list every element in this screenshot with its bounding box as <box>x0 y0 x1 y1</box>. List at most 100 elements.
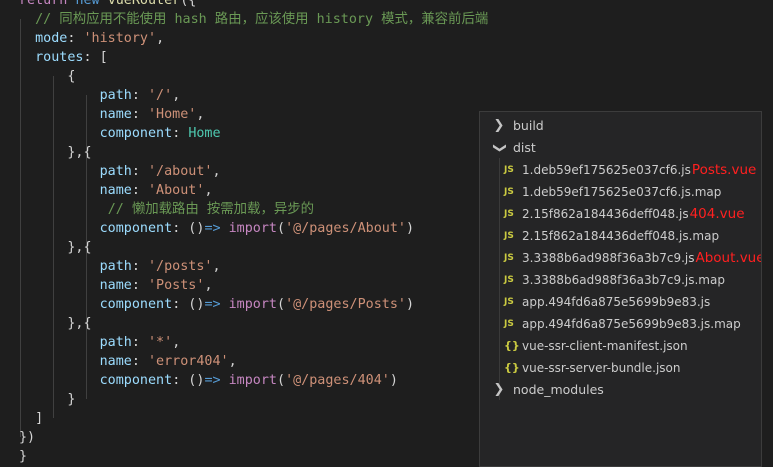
code-token: },{ <box>19 240 92 255</box>
code-line[interactable]: },{ <box>19 238 92 257</box>
code-token: : <box>131 259 148 274</box>
js-file-icon: JS <box>504 231 514 241</box>
file-name: 1.deb59ef175625e037cf6.jsPosts.vue <box>522 159 756 181</box>
file-name: app.494fd6a875e5699b9e83.js <box>522 291 710 313</box>
code-token: component <box>99 126 173 141</box>
file-item[interactable]: JS 3.3388b6ad988f36a3b7c9.js.map <box>480 269 761 291</box>
code-line[interactable]: component: ()=> import('@/pages/Posts') <box>19 295 414 314</box>
code-token: , <box>204 183 213 198</box>
code-token: Home <box>188 126 221 141</box>
code-line[interactable]: name: 'Posts', <box>19 276 213 295</box>
code-token: , <box>212 164 221 179</box>
code-token: 'Home' <box>148 107 197 122</box>
code-token: ) <box>406 221 415 236</box>
code-line[interactable]: name: 'About', <box>19 181 213 200</box>
file-item[interactable]: {} vue-ssr-server-bundle.json <box>480 357 761 379</box>
code-token: : <box>131 88 148 103</box>
code-token: } <box>19 449 28 464</box>
code-token: path <box>99 335 132 350</box>
code-token: ) <box>406 297 415 312</box>
code-token: : () <box>172 373 205 388</box>
code-token: : () <box>172 221 205 236</box>
file-item[interactable]: JS 1.deb59ef175625e037cf6.js.map <box>480 181 761 203</box>
code-token: name <box>99 183 132 198</box>
file-name: vue-ssr-server-bundle.json <box>522 357 680 379</box>
code-line[interactable]: // 同构应用不能使用 hash 路由，应该使用 history 模式，兼容前后… <box>19 10 488 29</box>
file-item[interactable]: JS app.494fd6a875e5699b9e83.js <box>480 291 761 313</box>
js-file-icon: JS <box>504 187 514 197</box>
file-item[interactable]: JS 2.15f862a184436deff048.js404.vue <box>480 203 761 225</box>
code-line[interactable]: } <box>19 390 75 409</box>
folder-node-modules[interactable]: ❯ node_modules <box>480 379 761 401</box>
code-token: },{ <box>19 145 92 160</box>
code-line[interactable]: name: 'Home', <box>19 105 205 124</box>
code-token: component <box>99 373 173 388</box>
file-item[interactable]: JS 3.3388b6ad988f36a3b7c9.jsAbout.vue <box>480 247 761 269</box>
file-item[interactable]: JS 2.15f862a184436deff048.js.map <box>480 225 761 247</box>
file-name-text: app.494fd6a875e5699b9e83.js.map <box>522 317 741 331</box>
code-token: path <box>99 88 132 103</box>
file-item[interactable]: JS 1.deb59ef175625e037cf6.jsPosts.vue <box>480 159 761 181</box>
file-name: 2.15f862a184436deff048.js.map <box>522 225 719 247</box>
code-token: '@/pages/About' <box>285 221 406 236</box>
code-line[interactable]: path: '/about', <box>19 162 221 181</box>
file-explorer-panel: ❯ build ❯ dist JS 1.deb59ef175625e037cf6.… <box>479 111 762 467</box>
folder-dist[interactable]: ❯ dist <box>480 137 761 159</box>
code-token: '*' <box>148 335 173 350</box>
folder-label: dist <box>513 140 536 155</box>
code-line[interactable]: }) <box>19 428 35 447</box>
file-name-text: vue-ssr-server-bundle.json <box>522 361 681 375</box>
code-token: => <box>204 373 221 388</box>
code-token: import <box>228 373 277 388</box>
code-line[interactable]: path: '/posts', <box>19 257 221 276</box>
code-token: , <box>204 278 213 293</box>
code-line[interactable]: routes: [ <box>19 48 108 67</box>
code-token: : <box>67 31 84 46</box>
file-name-text: 2.15f862a184436deff048.js.map <box>522 229 720 243</box>
code-line[interactable]: path: '*', <box>19 333 181 352</box>
code-line[interactable]: component: ()=> import('@/pages/About') <box>19 219 414 238</box>
file-name-text: 2.15f862a184436deff048.js <box>522 207 689 221</box>
code-line[interactable]: },{ <box>19 143 92 162</box>
folder-label: node_modules <box>513 382 604 397</box>
code-line[interactable]: component: Home <box>19 124 221 143</box>
code-line[interactable]: } <box>19 447 27 466</box>
handwritten-annotation: Posts.vue <box>691 162 757 178</box>
file-item[interactable]: JS app.494fd6a875e5699b9e83.js.map <box>480 313 761 335</box>
code-token: : <box>131 278 148 293</box>
file-item[interactable]: {} vue-ssr-client-manifest.json <box>480 335 761 357</box>
code-token: import <box>228 297 277 312</box>
code-line[interactable]: name: 'error404', <box>19 352 237 371</box>
code-line[interactable]: path: '/', <box>19 86 181 105</box>
json-file-icon: {} <box>504 339 520 352</box>
file-name: 1.deb59ef175625e037cf6.js.map <box>522 181 721 203</box>
js-file-icon: JS <box>504 253 514 263</box>
js-file-icon: JS <box>504 165 514 175</box>
code-token: ) <box>389 373 398 388</box>
code-token: return <box>19 0 68 8</box>
code-line[interactable]: ] <box>19 409 43 428</box>
code-line[interactable]: },{ <box>19 314 91 333</box>
folder-build[interactable]: ❯ build <box>480 115 761 137</box>
code-line[interactable]: // 懒加载路由 按需加载，异步的 <box>19 200 314 219</box>
code-token: : [ <box>83 50 108 65</box>
code-token: { <box>19 69 76 84</box>
code-line[interactable]: return new vueRouter({ <box>19 0 196 10</box>
code-line[interactable]: mode: 'history', <box>19 29 164 48</box>
file-name-text: vue-ssr-client-manifest.json <box>522 339 688 353</box>
code-token: ( <box>277 297 286 312</box>
code-token: name <box>99 107 132 122</box>
file-name: vue-ssr-client-manifest.json <box>522 335 688 357</box>
code-line[interactable]: component: ()=> import('@/pages/404') <box>19 371 398 390</box>
code-token: , <box>228 354 237 369</box>
code-line[interactable]: { <box>19 67 75 86</box>
code-token: // 懒加载路由 按需加载，异步的 <box>107 202 315 217</box>
